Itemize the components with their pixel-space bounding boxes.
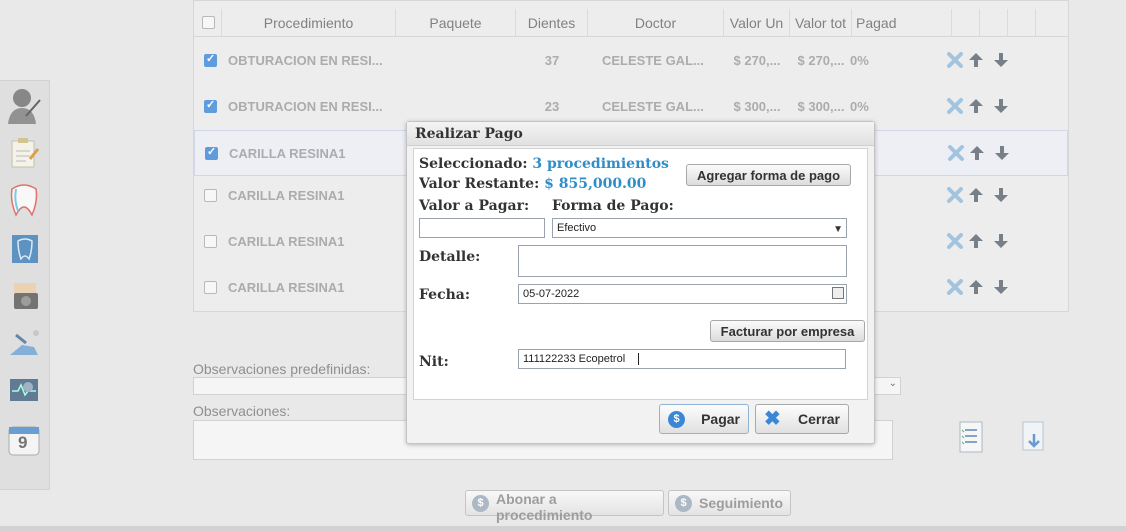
close-button[interactable]: ✖ Cerrar	[755, 404, 849, 434]
amount-input[interactable]	[419, 218, 545, 238]
detail-input[interactable]	[518, 245, 847, 277]
remaining-summary: Valor Restante: $ 855,000.00	[419, 176, 646, 192]
date-label: Fecha:	[419, 287, 471, 303]
dialog-title: Realizar Pago	[407, 122, 874, 146]
detail-label: Detalle:	[419, 249, 481, 265]
dialog-body: Seleccionado: 3 procedimientos Valor Res…	[413, 148, 868, 400]
invoice-company-button[interactable]: Facturar por empresa	[710, 320, 865, 342]
payment-method-value: Efectivo	[557, 222, 597, 234]
nit-label: Nit:	[419, 354, 449, 370]
nit-value: 111122233 Ecopetrol	[523, 353, 626, 365]
close-icon: ✖	[764, 408, 781, 430]
date-input[interactable]: 05-07-2022	[518, 284, 847, 304]
method-label: Forma de Pago:	[552, 198, 674, 214]
pay-label: Pagar	[701, 411, 740, 427]
selected-summary: Seleccionado: 3 procedimientos	[419, 156, 669, 172]
amount-label: Valor a Pagar:	[419, 198, 530, 214]
date-value: 05-07-2022	[523, 288, 580, 300]
text-cursor	[638, 353, 640, 366]
selected-label: Seleccionado:	[419, 156, 528, 172]
close-label: Cerrar	[797, 411, 840, 427]
add-payment-method-button[interactable]: Agregar forma de pago	[686, 164, 851, 186]
remaining-value: $ 855,000.00	[544, 176, 647, 192]
chevron-down-icon: ▼	[833, 224, 843, 235]
remaining-label: Valor Restante:	[419, 176, 540, 192]
coin-icon: $	[668, 411, 685, 428]
pay-button[interactable]: $ Pagar	[659, 404, 749, 434]
nit-input[interactable]: 111122233 Ecopetrol	[518, 349, 846, 369]
calendar-picker-icon[interactable]	[832, 287, 844, 299]
selected-value: 3 procedimientos	[532, 156, 669, 172]
payment-method-select[interactable]: Efectivo ▼	[552, 218, 847, 238]
payment-dialog: Realizar Pago Seleccionado: 3 procedimie…	[406, 121, 875, 444]
